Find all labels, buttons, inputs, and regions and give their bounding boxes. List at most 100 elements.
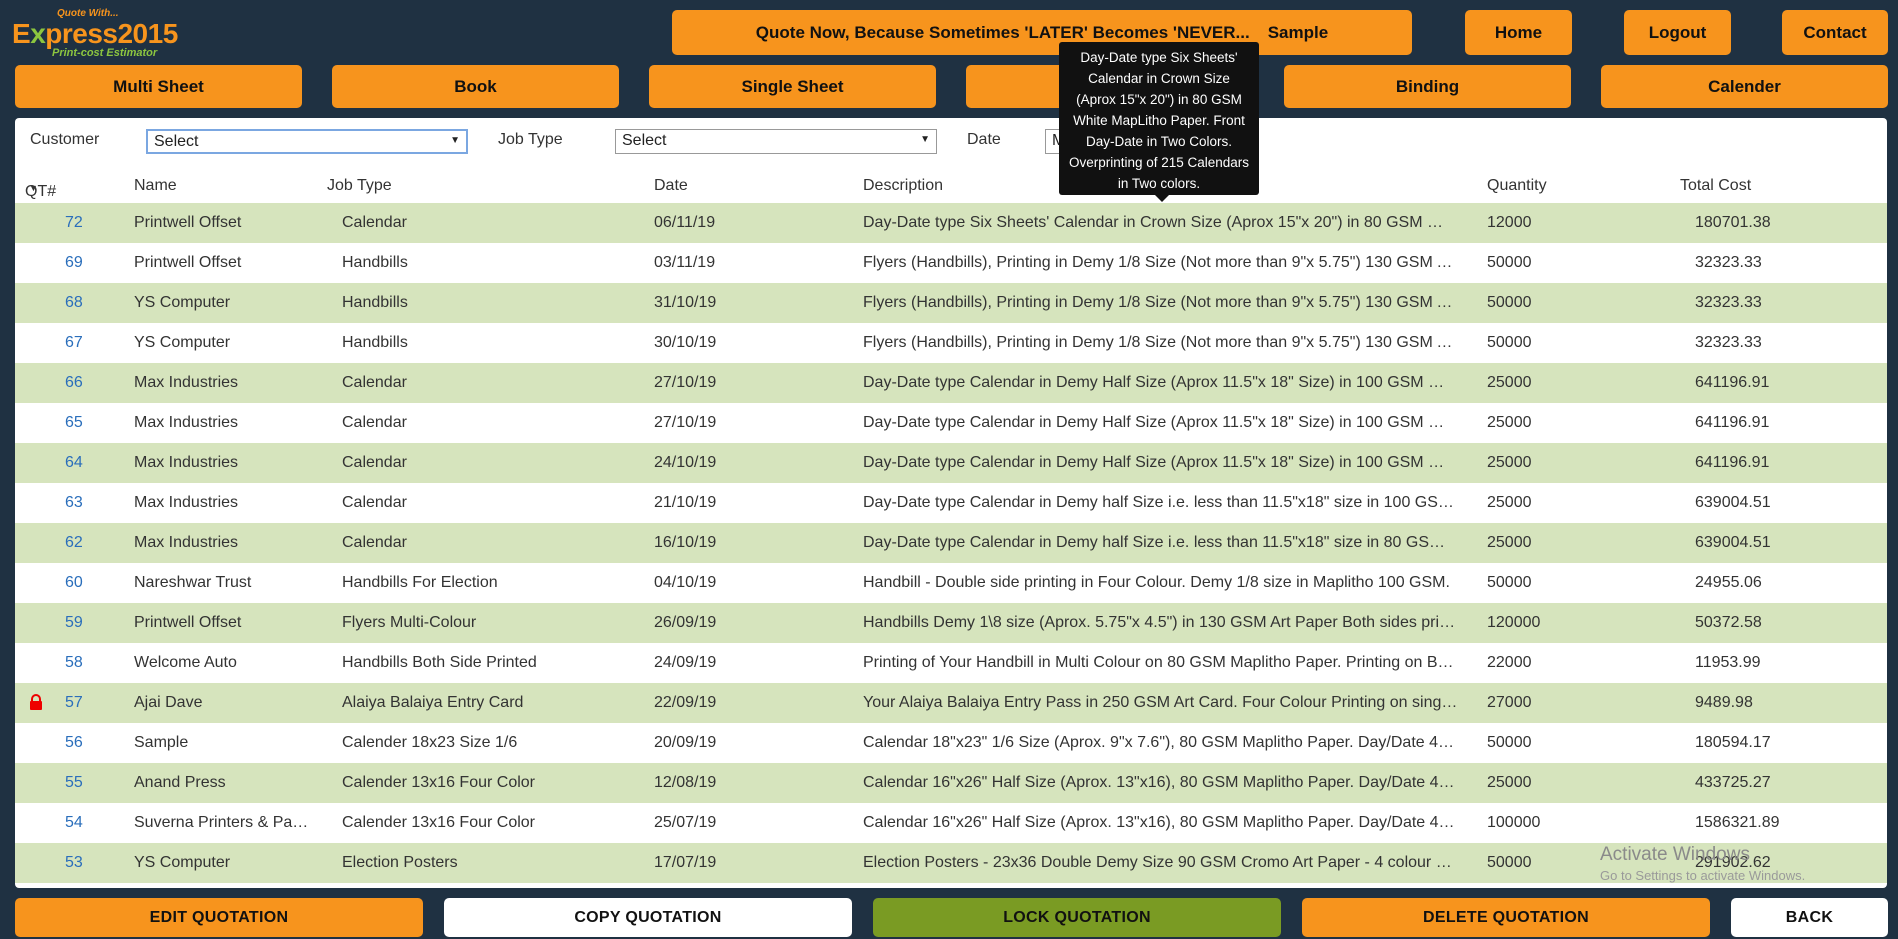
cell-qt[interactable]: 56 bbox=[65, 734, 83, 752]
cell-date: 16/10/19 bbox=[654, 534, 717, 551]
cell-quantity: 25000 bbox=[1487, 454, 1532, 471]
table-row[interactable]: 69 Printwell Offset Handbills 03/11/19 Flyer… bbox=[15, 243, 1887, 283]
cell-jobtype: Flyers Multi-Colour bbox=[342, 614, 477, 631]
filter-bar: Customer Select▼ Job Type Select▼ Date M… bbox=[15, 118, 1887, 168]
cell-name: Printwell Offset bbox=[134, 254, 242, 271]
cell-qt[interactable]: 53 bbox=[65, 854, 83, 872]
cell-qt[interactable]: 69 bbox=[65, 254, 83, 272]
cell-date: 20/09/19 bbox=[654, 734, 717, 751]
table-row[interactable]: 67 YS Computer Handbills 30/10/19 Flyers (Ha… bbox=[15, 323, 1887, 363]
cell-quantity: 25000 bbox=[1487, 494, 1532, 511]
col-jobtype[interactable]: Job Type bbox=[327, 177, 392, 195]
tab-single-sheet[interactable]: Single Sheet bbox=[649, 65, 936, 108]
cell-quantity: 50000 bbox=[1487, 734, 1532, 751]
copy-quotation-button[interactable]: COPY QUOTATION bbox=[444, 898, 852, 937]
cell-jobtype: Handbills bbox=[342, 294, 408, 311]
cell-qt[interactable]: 72 bbox=[65, 214, 83, 232]
table-row[interactable]: 58 Welcome Auto Handbills Both Side Printe… bbox=[15, 643, 1887, 683]
cell-qt[interactable]: 62 bbox=[65, 534, 83, 552]
table-row[interactable]: 72 Printwell Offset Calendar 06/11/19 Day-Da… bbox=[15, 203, 1887, 243]
cell-total-cost: 180701.38 bbox=[1695, 214, 1771, 231]
cell-jobtype: Calendar bbox=[342, 534, 407, 551]
cell-jobtype: Calendar bbox=[342, 214, 407, 231]
col-date[interactable]: Date bbox=[654, 177, 688, 195]
lock-quotation-button[interactable]: LOCK QUOTATION bbox=[873, 898, 1281, 937]
table-row[interactable]: 66 Max Industries Calendar 27/10/19 Day-Date… bbox=[15, 363, 1887, 403]
customer-select[interactable]: Select ▼ bbox=[146, 129, 468, 154]
table-row[interactable]: 68 YS Computer Handbills 31/10/19 Flyers (Ha… bbox=[15, 283, 1887, 323]
cell-description: Day-Date type Six Sheets' Calendar in Cr… bbox=[863, 214, 1458, 231]
tab-multi-sheet[interactable]: Multi Sheet bbox=[15, 65, 302, 108]
cell-jobtype: Handbills bbox=[342, 254, 408, 271]
tab-book[interactable]: Book bbox=[332, 65, 619, 108]
cell-description: Printing of Your Handbill in Multi Colou… bbox=[863, 654, 1458, 671]
cell-description: Calendar 16"x26" Half Size (Aprox. 13"x1… bbox=[863, 814, 1458, 831]
col-total-cost[interactable]: Total Cost bbox=[1680, 177, 1751, 195]
col-quantity[interactable]: Quantity bbox=[1487, 177, 1547, 195]
cell-quantity: 22000 bbox=[1487, 654, 1532, 671]
cell-name: YS Computer bbox=[134, 294, 231, 311]
col-name[interactable]: Name bbox=[134, 177, 177, 195]
cell-qt[interactable]: 63 bbox=[65, 494, 83, 512]
table-row[interactable]: 59 Printwell Offset Flyers Multi-Colour 26/… bbox=[15, 603, 1887, 643]
cell-quantity: 50000 bbox=[1487, 334, 1532, 351]
home-button[interactable]: Home bbox=[1465, 10, 1572, 55]
logout-button[interactable]: Logout bbox=[1624, 10, 1731, 55]
back-button[interactable]: BACK bbox=[1731, 898, 1888, 937]
col-description[interactable]: Description bbox=[863, 177, 943, 195]
cell-description: Flyers (Handbills), Printing in Demy 1/8… bbox=[863, 334, 1458, 351]
cell-name: Max Industries bbox=[134, 494, 239, 511]
table-row[interactable]: 60 Nareshwar Trust Handbills For Election 0… bbox=[15, 563, 1887, 603]
cell-description: Day-Date type Calendar in Demy half Size… bbox=[863, 534, 1458, 551]
cell-qt[interactable]: 65 bbox=[65, 414, 83, 432]
cell-name: Nareshwar Trust bbox=[134, 574, 252, 591]
watermark-line2: Go to Settings to activate Windows. bbox=[1600, 868, 1806, 883]
table-row[interactable]: 54 Suverna Printers & Packers Calender 13x… bbox=[15, 803, 1887, 843]
tab-calender[interactable]: Calender bbox=[1601, 65, 1888, 108]
cell-quantity: 25000 bbox=[1487, 774, 1532, 791]
cell-name: Max Industries bbox=[134, 534, 239, 551]
cell-qt[interactable]: 67 bbox=[65, 334, 83, 352]
table-row[interactable]: 62 Max Industries Calendar 16/10/19 Day-Date… bbox=[15, 523, 1887, 563]
cell-total-cost: 641196.91 bbox=[1695, 374, 1770, 391]
cell-description: Day-Date type Calendar in Demy Half Size… bbox=[863, 414, 1458, 431]
cell-quantity: 27000 bbox=[1487, 694, 1532, 711]
chevron-down-icon: ▼ bbox=[450, 135, 460, 146]
current-user-label: Sample bbox=[1267, 22, 1329, 42]
table-row[interactable]: 57 Ajai Dave Alaiya Balaiya Entry Card 22/0… bbox=[15, 683, 1887, 723]
cell-date: 26/09/19 bbox=[654, 614, 717, 631]
table-row[interactable]: 56 Sample Calender 18x23 Size 1/6 20/09/19 C… bbox=[15, 723, 1887, 763]
cell-qt[interactable]: 60 bbox=[65, 574, 83, 592]
cell-description: Calendar 16"x26" Half Size (Aprox. 13"x1… bbox=[863, 774, 1458, 791]
table-row[interactable]: 65 Max Industries Calendar 27/10/19 Day-Date… bbox=[15, 403, 1887, 443]
tab-binding[interactable]: Binding bbox=[1284, 65, 1571, 108]
cell-qt[interactable]: 64 bbox=[65, 454, 83, 472]
cell-date: 31/10/19 bbox=[654, 294, 717, 311]
table-row[interactable]: 55 Anand Press Calender 13x16 Four Color 12… bbox=[15, 763, 1887, 803]
cell-date: 12/08/19 bbox=[654, 774, 717, 791]
cell-total-cost: 639004.51 bbox=[1695, 534, 1771, 551]
cell-total-cost: 641196.91 bbox=[1695, 414, 1770, 431]
cell-total-cost: 50372.58 bbox=[1695, 614, 1762, 631]
cell-name: Suverna Printers & Packers bbox=[134, 814, 309, 831]
jobtype-label: Job Type bbox=[498, 131, 563, 148]
cell-qt[interactable]: 54 bbox=[65, 814, 83, 832]
table-row[interactable]: 63 Max Industries Calendar 21/10/19 Day-Date… bbox=[15, 483, 1887, 523]
cell-qt[interactable]: 55 bbox=[65, 774, 83, 792]
cell-description: Election Posters - 23x36 Double Demy Siz… bbox=[863, 854, 1458, 871]
cell-date: 03/11/19 bbox=[654, 254, 716, 271]
cell-qt[interactable]: 68 bbox=[65, 294, 83, 312]
contact-button[interactable]: Contact bbox=[1782, 10, 1888, 55]
cell-jobtype: Election Posters bbox=[342, 854, 458, 871]
cell-qt[interactable]: 66 bbox=[65, 374, 83, 392]
cell-date: 27/10/19 bbox=[654, 414, 717, 431]
jobtype-select[interactable]: Select ▼ bbox=[615, 129, 937, 154]
cell-qt[interactable]: 58 bbox=[65, 654, 83, 672]
cell-qt[interactable]: 57 bbox=[65, 694, 83, 712]
edit-quotation-button[interactable]: EDIT QUOTATION bbox=[15, 898, 423, 937]
cell-qt[interactable]: 59 bbox=[65, 614, 83, 632]
cell-quantity: 12000 bbox=[1487, 214, 1532, 231]
table-row[interactable]: 64 Max Industries Calendar 24/10/19 Day-Date… bbox=[15, 443, 1887, 483]
cell-total-cost: 24955.06 bbox=[1695, 574, 1762, 591]
delete-quotation-button[interactable]: DELETE QUOTATION bbox=[1302, 898, 1710, 937]
